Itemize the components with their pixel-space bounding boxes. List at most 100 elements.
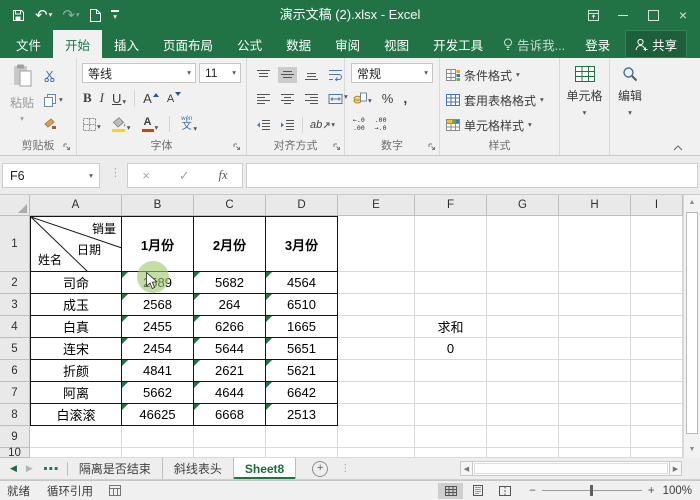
cell-B3[interactable]: 2568 bbox=[122, 294, 194, 316]
cell-A4[interactable]: 白真 bbox=[30, 316, 122, 338]
sheet-nav-right-icon[interactable]: ▶ bbox=[26, 463, 33, 474]
cell-C3[interactable]: 264 bbox=[194, 294, 266, 316]
hscroll-thumb[interactable] bbox=[474, 463, 668, 474]
accounting-format-button[interactable]: ▾ bbox=[353, 92, 372, 104]
cell-B4[interactable]: 2455 bbox=[122, 316, 194, 338]
font-dialog-launcher[interactable] bbox=[233, 143, 241, 151]
row-header-10[interactable]: 10 bbox=[0, 448, 30, 458]
cell-F10[interactable] bbox=[415, 448, 487, 458]
copy-button[interactable]: ▾ bbox=[44, 90, 63, 110]
cell-D9[interactable] bbox=[266, 426, 338, 448]
undo-dropdown-icon[interactable]: ▾ bbox=[49, 11, 53, 19]
cell-C2[interactable]: 5682 bbox=[194, 272, 266, 294]
undo-button[interactable]: ↶▾ bbox=[35, 8, 52, 23]
ribbon-tab-insert[interactable]: 插入 bbox=[102, 30, 151, 58]
conditional-formatting-button[interactable]: 条件格式▾ bbox=[446, 65, 520, 85]
font-name-select[interactable]: 等线▾ bbox=[82, 63, 196, 83]
cell-I7[interactable] bbox=[631, 382, 683, 404]
formula-bar-grip[interactable]: ⋮ bbox=[110, 168, 121, 179]
hscroll-right-icon[interactable]: ▶ bbox=[669, 461, 682, 476]
ribbon-tab-review[interactable]: 审阅 bbox=[323, 30, 372, 58]
cell-E3[interactable] bbox=[338, 294, 415, 316]
cell-H3[interactable] bbox=[559, 294, 631, 316]
cell-I5[interactable] bbox=[631, 338, 683, 360]
ribbon-tab-formulas[interactable]: 公式 bbox=[225, 30, 274, 58]
redo-dropdown-icon[interactable]: ▾ bbox=[76, 11, 80, 19]
view-page-break-button[interactable] bbox=[492, 483, 517, 499]
cell-C8[interactable]: 6668 bbox=[194, 404, 266, 426]
column-header-H[interactable]: H bbox=[559, 195, 631, 216]
cell-A10[interactable] bbox=[30, 448, 122, 458]
cell-F3[interactable] bbox=[415, 294, 487, 316]
cell-I1[interactable] bbox=[631, 216, 683, 272]
enter-button[interactable]: ✓ bbox=[179, 168, 190, 184]
row-header-2[interactable]: 2 bbox=[0, 272, 30, 294]
cell-E4[interactable] bbox=[338, 316, 415, 338]
ribbon-tab-tell-me[interactable]: 告诉我... bbox=[495, 30, 573, 58]
row-header-9[interactable]: 9 bbox=[0, 426, 30, 448]
cell-F6[interactable] bbox=[415, 360, 487, 382]
sheet-tab-2[interactable]: 斜线表头 bbox=[163, 458, 234, 479]
sheet-nav-left-icon[interactable]: ◀ bbox=[10, 463, 17, 474]
cell-I9[interactable] bbox=[631, 426, 683, 448]
cell-D5[interactable]: 5651 bbox=[266, 338, 338, 360]
column-header-F[interactable]: F bbox=[415, 195, 487, 216]
customize-qat-button[interactable]: ▾ bbox=[111, 10, 119, 21]
cell-H6[interactable] bbox=[559, 360, 631, 382]
align-top-button[interactable] bbox=[254, 67, 273, 83]
cell-A6[interactable]: 折颜 bbox=[30, 360, 122, 382]
cell-G10[interactable] bbox=[487, 448, 559, 458]
format-as-table-button[interactable]: 套用表格格式▾ bbox=[446, 90, 544, 110]
select-all-button[interactable] bbox=[0, 195, 30, 216]
new-file-button[interactable] bbox=[90, 9, 101, 22]
zoom-out-button[interactable]: − bbox=[529, 485, 536, 497]
scroll-up-icon[interactable]: ▲ bbox=[684, 195, 700, 211]
decrease-indent-button[interactable] bbox=[254, 117, 273, 133]
vscroll-thumb[interactable] bbox=[686, 212, 698, 434]
cell-D1[interactable]: 3月份 bbox=[266, 216, 338, 272]
cell-C6[interactable]: 2621 bbox=[194, 360, 266, 382]
cell-F4[interactable]: 求和 bbox=[415, 316, 487, 338]
font-size-select[interactable]: 11▾ bbox=[199, 63, 241, 83]
cell-D10[interactable] bbox=[266, 448, 338, 458]
scroll-down-icon[interactable]: ▼ bbox=[684, 442, 700, 458]
cell-G4[interactable] bbox=[487, 316, 559, 338]
cell-A8[interactable]: 白滚滚 bbox=[30, 404, 122, 426]
cell-B6[interactable]: 4841 bbox=[122, 360, 194, 382]
fill-color-button[interactable]: ▾ bbox=[112, 117, 131, 132]
cell-B5[interactable]: 2454 bbox=[122, 338, 194, 360]
cell-B9[interactable] bbox=[122, 426, 194, 448]
increase-indent-button[interactable] bbox=[278, 117, 297, 133]
cell-A9[interactable] bbox=[30, 426, 122, 448]
cell-styles-button[interactable]: 单元格样式▾ bbox=[446, 115, 532, 135]
alignment-dialog-launcher[interactable] bbox=[333, 143, 341, 151]
ribbon-tab-view[interactable]: 视图 bbox=[372, 30, 421, 58]
sheet-tab-3[interactable]: Sheet8 bbox=[234, 458, 296, 479]
clipboard-dialog-launcher[interactable] bbox=[63, 143, 71, 151]
number-dialog-launcher[interactable] bbox=[428, 143, 436, 151]
align-bottom-button[interactable] bbox=[302, 67, 321, 83]
row-header-4[interactable]: 4 bbox=[0, 316, 30, 338]
row-header-5[interactable]: 5 bbox=[0, 338, 30, 360]
close-button[interactable]: × bbox=[668, 0, 698, 30]
cell-H4[interactable] bbox=[559, 316, 631, 338]
cell-G2[interactable] bbox=[487, 272, 559, 294]
cell-I6[interactable] bbox=[631, 360, 683, 382]
hscroll-left-icon[interactable]: ◀ bbox=[460, 461, 473, 476]
decrease-decimal-button[interactable]: .00→.0 bbox=[375, 116, 387, 132]
cell-C4[interactable]: 6266 bbox=[194, 316, 266, 338]
cell-E6[interactable] bbox=[338, 360, 415, 382]
cell-C10[interactable] bbox=[194, 448, 266, 458]
cell-I8[interactable] bbox=[631, 404, 683, 426]
font-color-button[interactable]: A▾ bbox=[142, 117, 159, 132]
phonetic-button[interactable]: wén文▾ bbox=[181, 116, 197, 132]
cell-H5[interactable] bbox=[559, 338, 631, 360]
editing-button[interactable]: 编辑 ▾ bbox=[610, 66, 650, 117]
increase-font-button[interactable]: A bbox=[143, 91, 159, 106]
formula-input[interactable] bbox=[246, 163, 698, 188]
percent-style-button[interactable]: % bbox=[382, 91, 394, 106]
cut-button[interactable] bbox=[44, 66, 56, 86]
horizontal-scrollbar[interactable]: ◀ ▶ bbox=[460, 461, 682, 476]
row-header-1[interactable]: 1 bbox=[0, 216, 30, 272]
cell-G6[interactable] bbox=[487, 360, 559, 382]
